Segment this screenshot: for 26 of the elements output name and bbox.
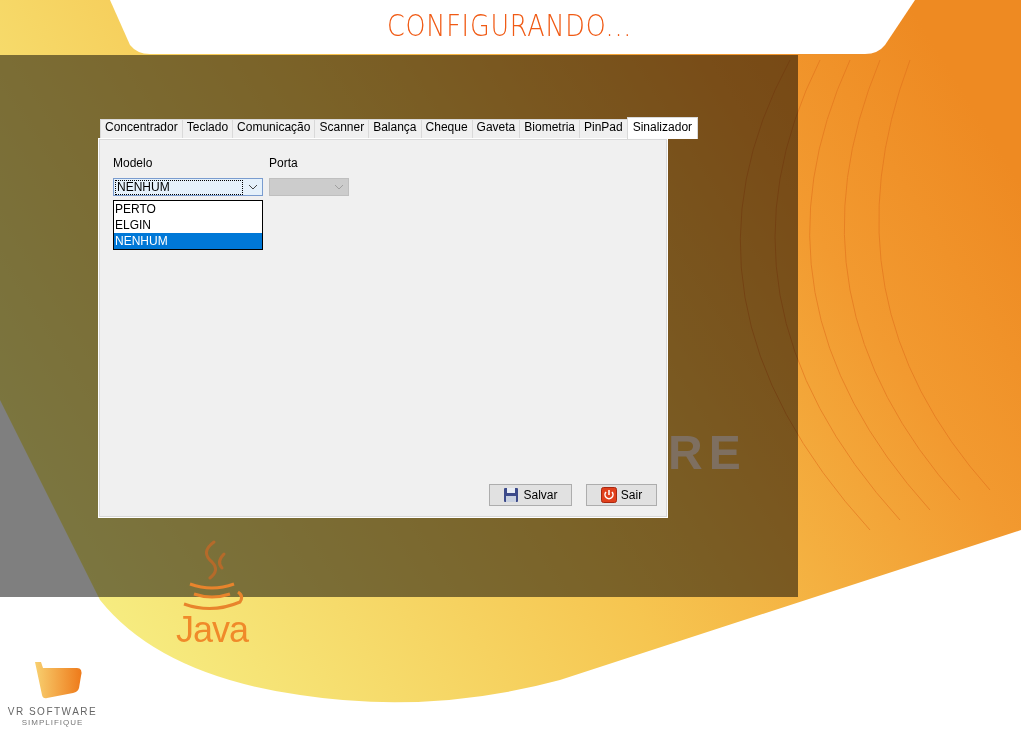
field-label: Modelo [113, 156, 154, 170]
background-logo-text: RE [668, 425, 747, 480]
tab[interactable]: Biometria [519, 119, 580, 139]
dropdown-option[interactable]: PERTO [114, 201, 262, 217]
save-button[interactable]: Salvar [489, 484, 572, 506]
field-label: Porta [269, 156, 299, 170]
brand-tagline: SIMPLIFIQUE [21, 718, 84, 728]
chevron-down-icon [248, 184, 258, 190]
brand-name: VR SOFTWARE [7, 706, 98, 718]
tab[interactable]: Cheque [420, 119, 473, 139]
tab[interactable]: Comunicação [232, 119, 316, 139]
dropdown[interactable]: NENHUM [113, 178, 263, 196]
dropdown-option[interactable]: NENHUM [114, 233, 262, 249]
power-icon [600, 487, 617, 503]
chevron-down-icon [334, 184, 344, 190]
exit-button[interactable]: Sair [586, 484, 657, 506]
tab[interactable]: Sinalizador [626, 117, 699, 139]
tab[interactable]: PinPad [579, 119, 628, 139]
tab[interactable]: Gaveta [471, 119, 521, 139]
tab[interactable]: Teclado [181, 119, 234, 139]
tab[interactable]: Concentrador [100, 119, 183, 139]
dropdown-option[interactable]: ELGIN [114, 217, 262, 233]
tab[interactable]: Balança [368, 119, 422, 139]
java-logo-text: Java [176, 612, 249, 648]
tab[interactable]: Scanner [314, 119, 370, 139]
splash-title: CONFIGURANDO... [387, 7, 633, 43]
